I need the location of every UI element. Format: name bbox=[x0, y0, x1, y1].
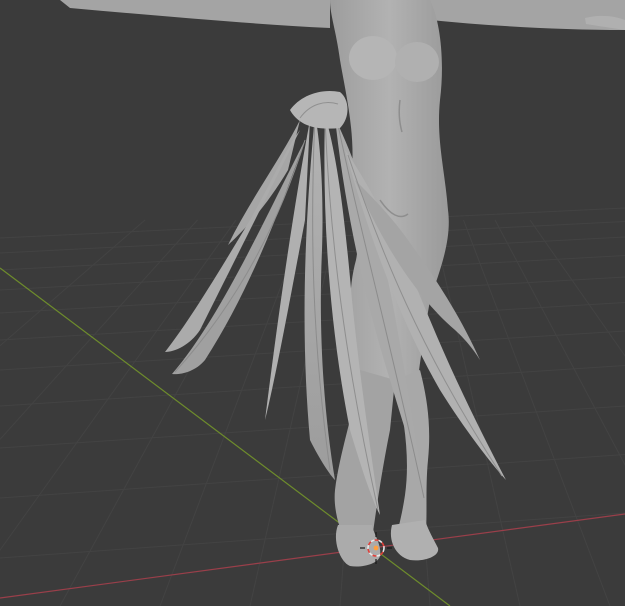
chest-right bbox=[395, 42, 439, 82]
3d-viewport[interactable] bbox=[0, 0, 625, 606]
cursor-center bbox=[373, 545, 379, 551]
chest-left bbox=[349, 36, 397, 80]
viewport-canvas[interactable] bbox=[0, 0, 625, 606]
